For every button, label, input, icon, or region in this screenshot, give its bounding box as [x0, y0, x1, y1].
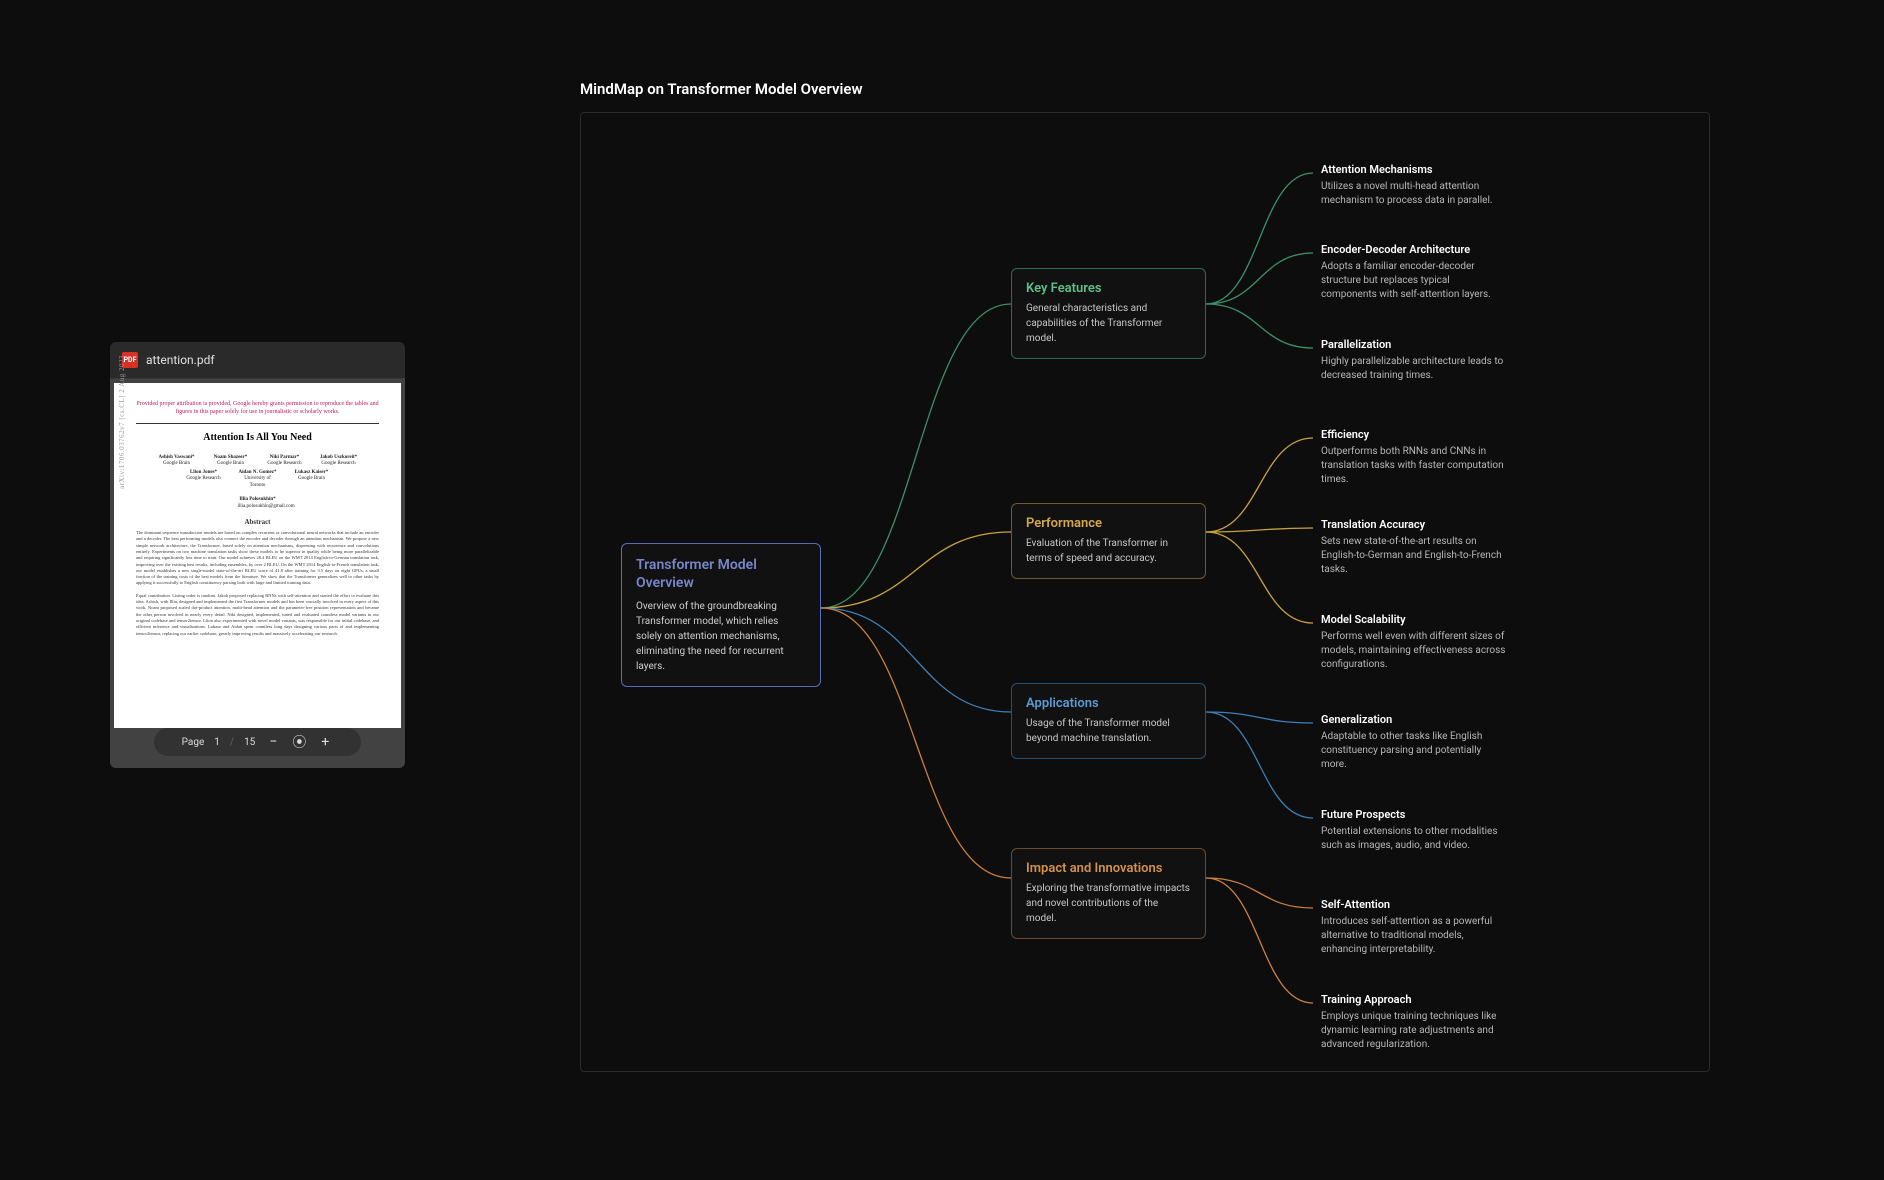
pdf-body: arXiv:1706.03762v7 [cs.CL] 2 Aug 2023 Pr… [110, 379, 405, 768]
pdf-toolbar: Page 1 / 15 − ⦿ + [154, 728, 361, 756]
mindmap-leaf-1[interactable]: Encoder-Decoder Architecture Adopts a fam… [1321, 243, 1506, 302]
leaf-desc: Performs well even with different sizes … [1321, 630, 1506, 672]
leaf-desc: Employs unique training techniques like … [1321, 1010, 1506, 1052]
zoom-reset-button[interactable]: ⦿ [291, 734, 307, 750]
leaf-title: Model Scalability [1321, 613, 1506, 626]
paper-title: Attention Is All You Need [136, 432, 379, 443]
mindmap-leaf-6[interactable]: Generalization Adaptable to other tasks l… [1321, 713, 1506, 772]
mindmap-root[interactable]: Transformer Model Overview Overview of th… [621, 543, 821, 687]
zoom-out-button[interactable]: − [265, 734, 281, 750]
paper-authors-2: Illia Polosukhin*illia.polosukhin@gmail.… [136, 497, 379, 510]
zoom-in-button[interactable]: + [317, 734, 333, 750]
leaf-title: Efficiency [1321, 428, 1506, 441]
root-title: Transformer Model Overview [636, 556, 806, 592]
page-total: 15 [244, 737, 255, 748]
divider [136, 423, 379, 424]
leaf-title: Attention Mechanisms [1321, 163, 1506, 176]
mindmap-leaf-9[interactable]: Training Approach Employs unique training… [1321, 993, 1506, 1052]
page-current[interactable]: 1 [214, 737, 220, 748]
branch-desc: Evaluation of the Transformer in terms o… [1026, 536, 1191, 566]
leaf-desc: Potential extensions to other modalities… [1321, 825, 1506, 853]
leaf-title: Training Approach [1321, 993, 1506, 1006]
mindmap-leaf-7[interactable]: Future Prospects Potential extensions to … [1321, 808, 1506, 853]
pdf-header: PDF attention.pdf [110, 342, 405, 379]
leaf-desc: Outperforms both RNNs and CNNs in transl… [1321, 445, 1506, 487]
mindmap-branch-2[interactable]: Applications Usage of the Transformer mod… [1011, 683, 1206, 759]
abstract-text: The dominant sequence transduction model… [136, 530, 379, 587]
branch-title: Key Features [1026, 281, 1191, 296]
leaf-desc: Sets new state-of-the-art results on Eng… [1321, 535, 1506, 577]
mindmap-leaf-4[interactable]: Translation Accuracy Sets new state-of-th… [1321, 518, 1506, 577]
paper-authors: Ashish Vaswani*Google Brain Noam Shazeer… [136, 455, 379, 490]
pdf-filename: attention.pdf [146, 353, 215, 367]
mindmap-leaf-5[interactable]: Model Scalability Performs well even with… [1321, 613, 1506, 672]
branch-title: Impact and Innovations [1026, 861, 1191, 876]
leaf-title: Translation Accuracy [1321, 518, 1506, 531]
contribution-note: Equal contribution. Listing order is ran… [136, 593, 379, 637]
mindmap-leaf-2[interactable]: Parallelization Highly parallelizable arc… [1321, 338, 1506, 383]
app-canvas: PDF attention.pdf arXiv:1706.03762v7 [cs… [0, 0, 1884, 1180]
leaf-title: Generalization [1321, 713, 1506, 726]
leaf-desc: Introduces self-attention as a powerful … [1321, 915, 1506, 957]
branch-desc: Exploring the transformative impacts and… [1026, 881, 1191, 926]
branch-title: Applications [1026, 696, 1191, 711]
mindmap-branch-3[interactable]: Impact and Innovations Exploring the tran… [1011, 848, 1206, 939]
page-sep: / [230, 737, 234, 748]
pdf-preview-card: PDF attention.pdf arXiv:1706.03762v7 [cs… [110, 342, 405, 768]
leaf-title: Encoder-Decoder Architecture [1321, 243, 1506, 256]
leaf-desc: Utilizes a novel multi-head attention me… [1321, 180, 1506, 208]
arxiv-id: arXiv:1706.03762v7 [cs.CL] 2 Aug 2023 [118, 355, 126, 489]
leaf-desc: Adopts a familiar encoder-decoder struct… [1321, 260, 1506, 302]
pdf-attribution: Provided proper attribution is provided,… [136, 401, 379, 417]
leaf-title: Self-Attention [1321, 898, 1506, 911]
mindmap-leaf-3[interactable]: Efficiency Outperforms both RNNs and CNNs… [1321, 428, 1506, 487]
abstract-heading: Abstract [136, 518, 379, 526]
mindmap-leaf-0[interactable]: Attention Mechanisms Utilizes a novel mul… [1321, 163, 1506, 208]
branch-title: Performance [1026, 516, 1191, 531]
leaf-desc: Highly parallelizable architecture leads… [1321, 355, 1506, 383]
leaf-title: Parallelization [1321, 338, 1506, 351]
pdf-page[interactable]: arXiv:1706.03762v7 [cs.CL] 2 Aug 2023 Pr… [114, 383, 401, 728]
leaf-title: Future Prospects [1321, 808, 1506, 821]
branch-desc: General characteristics and capabilities… [1026, 301, 1191, 346]
mindmap-board[interactable]: Transformer Model Overview Overview of th… [580, 112, 1710, 1072]
leaf-desc: Adaptable to other tasks like English co… [1321, 730, 1506, 772]
mindmap-panel: MindMap on Transformer Model Overview Tr… [580, 80, 1710, 1080]
mindmap-leaf-8[interactable]: Self-Attention Introduces self-attention … [1321, 898, 1506, 957]
root-desc: Overview of the groundbreaking Transform… [636, 599, 806, 674]
page-label: Page [182, 737, 205, 748]
mindmap-branch-1[interactable]: Performance Evaluation of the Transformer… [1011, 503, 1206, 579]
branch-desc: Usage of the Transformer model beyond ma… [1026, 716, 1191, 746]
mindmap-branch-0[interactable]: Key Features General characteristics and … [1011, 268, 1206, 359]
mindmap-title: MindMap on Transformer Model Overview [580, 80, 1710, 98]
